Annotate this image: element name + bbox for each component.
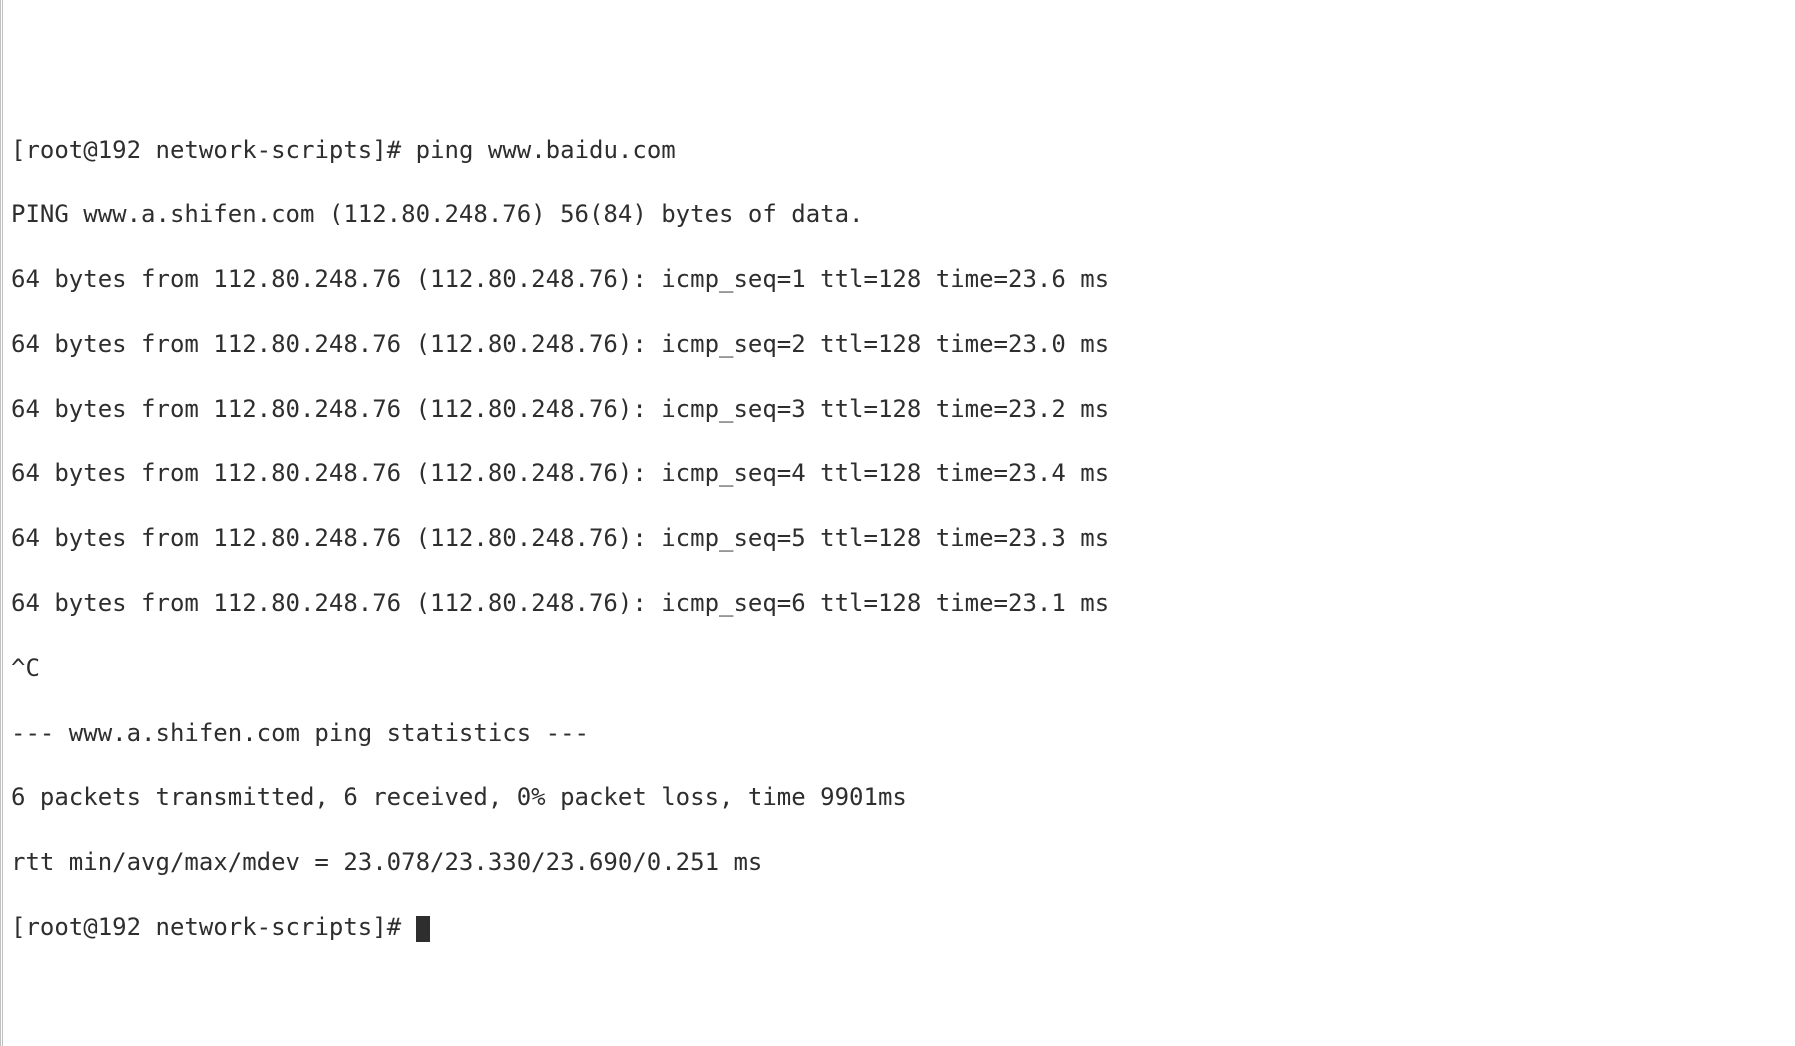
prompt-host: 192 [98,913,141,941]
prompt-line-1[interactable]: [root@192 network-scripts]# ping www.bai… [11,134,1787,166]
prompt-space [141,136,155,164]
ping-reply: 64 bytes from 112.80.248.76 (112.80.248.… [11,328,1787,360]
prompt-hash: # [387,136,416,164]
prompt-space [141,913,155,941]
prompt-cwd: network-scripts [156,913,373,941]
stats-summary: 6 packets transmitted, 6 received, 0% pa… [11,781,1787,813]
ping-header: PING www.a.shifen.com (112.80.248.76) 56… [11,198,1787,230]
command-name: ping [416,136,474,164]
ping-reply: 64 bytes from 112.80.248.76 (112.80.248.… [11,522,1787,554]
prompt-close: ] [372,136,386,164]
prompt-open: [ [11,136,25,164]
command-arg: www.baidu.com [488,136,676,164]
prompt-user: root [25,136,83,164]
prompt-host: 192 [98,136,141,164]
prompt-line-2[interactable]: [root@192 network-scripts]# [11,911,1787,943]
ping-reply: 64 bytes from 112.80.248.76 (112.80.248.… [11,587,1787,619]
ping-reply: 64 bytes from 112.80.248.76 (112.80.248.… [11,263,1787,295]
prompt-hash: # [387,913,416,941]
prompt-cwd: network-scripts [156,136,373,164]
rtt-line: rtt min/avg/max/mdev = 23.078/23.330/23.… [11,846,1787,878]
stats-header: --- www.a.shifen.com ping statistics --- [11,717,1787,749]
ping-reply: 64 bytes from 112.80.248.76 (112.80.248.… [11,457,1787,489]
prompt-at: @ [83,913,97,941]
prompt-close: ] [372,913,386,941]
interrupt: ^C [11,652,1787,684]
prompt-open: [ [11,913,25,941]
cursor-block-icon [416,916,430,942]
prompt-at: @ [83,136,97,164]
prompt-user: root [25,913,83,941]
ping-reply: 64 bytes from 112.80.248.76 (112.80.248.… [11,393,1787,425]
